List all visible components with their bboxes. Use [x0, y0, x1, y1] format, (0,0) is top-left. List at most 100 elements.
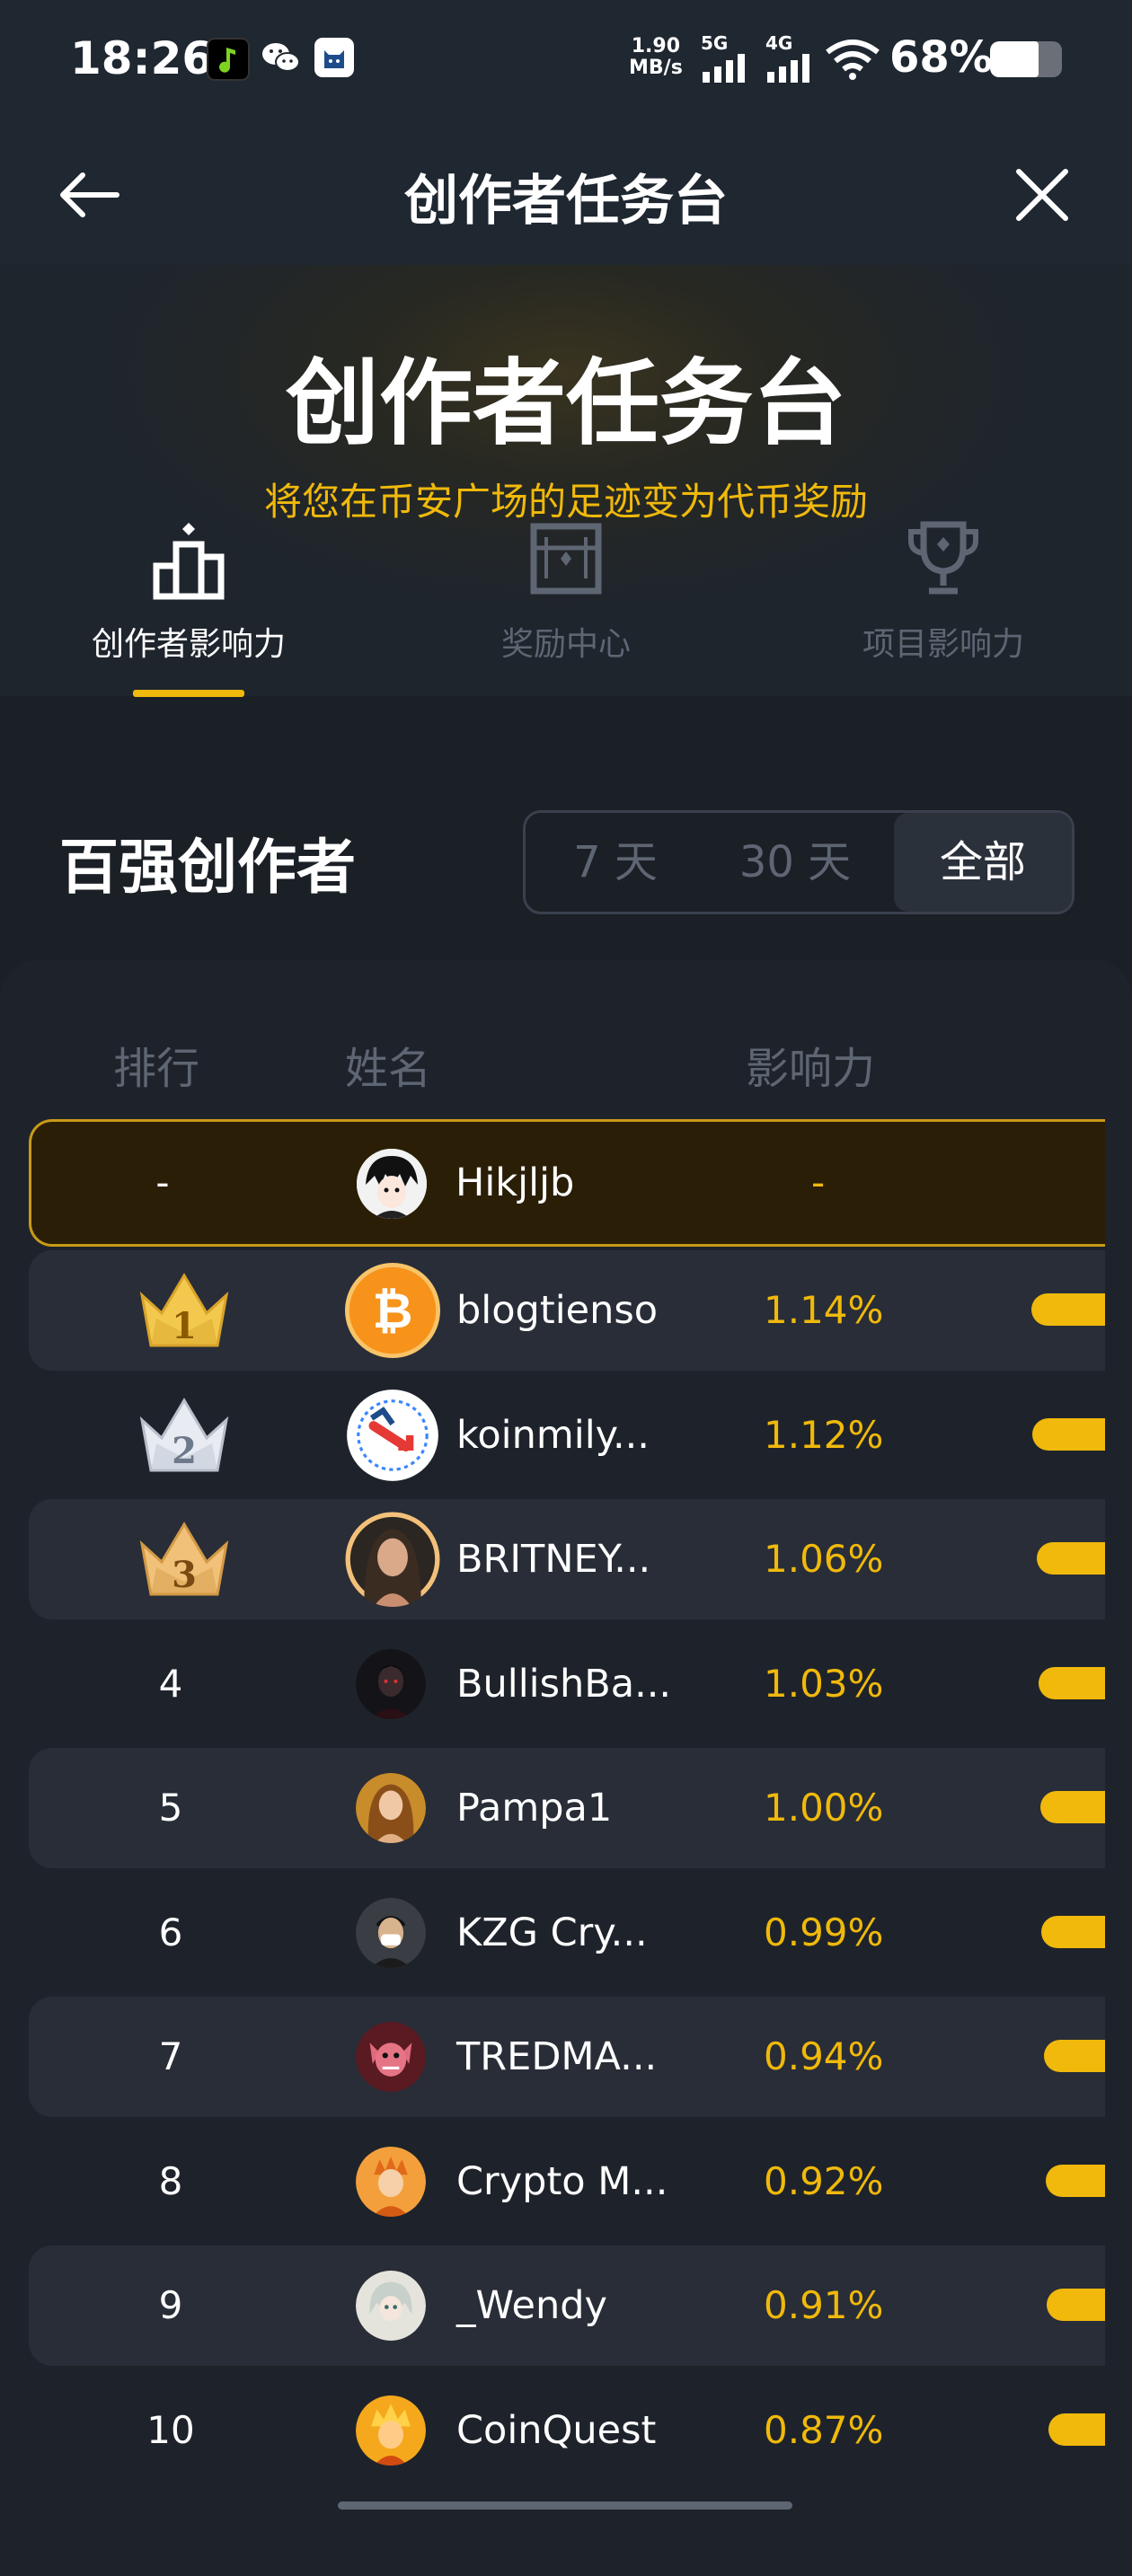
period-30d[interactable]: 30 天	[705, 813, 885, 912]
creator-name: BullishBa...	[456, 1662, 672, 1707]
leaderboard-row[interactable]: 2 koinmily... 1.12%	[29, 1375, 1105, 1495]
crown-rank-3-icon: 3	[135, 1519, 234, 1603]
leaderboard-row[interactable]: 3 BRITNEY... 1.06%	[29, 1499, 1105, 1619]
column-influence: 影响力	[746, 1044, 876, 1094]
leaderboard-row[interactable]: 8 Crypto M... 0.92%	[29, 2122, 1105, 2242]
period-selector: 7 天 30 天 全部	[523, 810, 1075, 914]
home-indicator[interactable]	[338, 2501, 792, 2510]
rank-number: 10	[146, 2408, 195, 2452]
svg-text:1: 1	[172, 1305, 197, 1347]
avatar	[356, 2147, 426, 2217]
creator-name: BRITNEY...	[456, 1537, 651, 1582]
tab-label: 项目影响力	[862, 626, 1024, 663]
creator-name: Crypto M...	[456, 2159, 668, 2204]
avatar	[345, 1388, 440, 1483]
creator-name: Pampa1	[456, 1786, 613, 1831]
rank-number: 7	[158, 2034, 183, 2078]
my-rank: -	[155, 1160, 170, 1204]
influence-percent: 0.87%	[764, 2408, 884, 2452]
rank-number: 4	[158, 1662, 183, 1706]
hero-headline-text: 创作者任务台	[285, 348, 846, 445]
influence-bar	[1039, 1667, 1105, 1699]
leaderboard-row[interactable]: 1 ₿ blogtienso 1.14%	[29, 1250, 1105, 1371]
influence-bar	[1040, 1791, 1105, 1823]
svg-text:₿: ₿	[373, 1282, 413, 1339]
net1-label: 5G	[701, 32, 729, 54]
network-speed: 1.90 MB/s	[629, 36, 683, 79]
influence-bar	[1047, 2289, 1105, 2321]
influence-percent: 0.94%	[764, 2034, 884, 2078]
creator-name: blogtienso	[456, 1288, 659, 1333]
speed-value: 1.90	[631, 35, 681, 57]
signal-5g-icon: 5G	[701, 34, 751, 88]
nav-bar: 创作者任务台	[0, 121, 1132, 265]
leaderboard-row[interactable]: 6 KZG Cry... 0.99%	[29, 1873, 1105, 1993]
rank-number: 8	[158, 2159, 183, 2203]
creator-name: TREDMA...	[456, 2034, 658, 2079]
influence-percent: 0.91%	[764, 2283, 884, 2327]
leaderboard-row[interactable]: 10 CoinQuest 0.87%	[29, 2370, 1105, 2491]
avatar	[356, 1773, 426, 1843]
avatar: ₿	[345, 1263, 440, 1358]
influence-percent: 1.12%	[764, 1413, 884, 1457]
influence-bar	[1044, 2040, 1105, 2072]
battery-icon	[990, 41, 1062, 77]
influence-percent: 1.00%	[764, 1786, 884, 1830]
rank-number: 6	[158, 1910, 183, 1954]
influence-percent: 1.03%	[764, 1662, 884, 1706]
column-rank: 排行	[113, 1044, 200, 1094]
ticket-icon	[530, 523, 602, 595]
active-tab-indicator	[133, 690, 244, 697]
tab-label: 创作者影响力	[91, 626, 286, 663]
creator-name: CoinQuest	[456, 2408, 657, 2453]
influence-bar	[1037, 1542, 1105, 1575]
battery-percent: 68%	[889, 32, 993, 83]
influence-percent: 1.14%	[764, 1288, 884, 1332]
avatar	[356, 1898, 426, 1968]
leaderboard-row[interactable]: 4 BullishBa... 1.03%	[29, 1624, 1105, 1744]
creator-name: KZG Cry...	[456, 1910, 648, 1955]
tab-reward-center[interactable]: 奖励中心	[431, 503, 701, 696]
crown-rank-1-icon: 1	[135, 1270, 234, 1354]
influence-bar	[1048, 2413, 1105, 2446]
avatar	[345, 1512, 440, 1607]
influence-percent: 1.06%	[764, 1537, 884, 1581]
tab-creator-influence[interactable]: 创作者影响力	[54, 503, 323, 697]
my-name: Hikjljb	[455, 1160, 575, 1205]
leaderboard-row[interactable]: 5 Pampa1 1.00%	[29, 1748, 1105, 1868]
column-name: 姓名	[345, 1044, 432, 1094]
avatar	[356, 1649, 426, 1719]
status-bar: 18:26 1.90 MB/s 5G 4G 68%	[0, 0, 1132, 121]
wifi-icon	[825, 40, 880, 84]
trophy-icon	[908, 521, 978, 595]
status-time: 18:26	[70, 32, 214, 84]
close-button[interactable]	[1013, 166, 1071, 224]
page-title: 创作者任务台	[404, 170, 728, 233]
tab-project-influence[interactable]: 项目影响力	[809, 503, 1078, 696]
my-rank-row[interactable]: - Hikjljb -	[29, 1119, 1105, 1247]
influence-percent: 0.92%	[764, 2159, 884, 2203]
creator-name: _Wendy	[456, 2283, 607, 2328]
period-all[interactable]: 全部	[894, 813, 1072, 912]
podium-icon	[153, 523, 225, 600]
crown-rank-2-icon: 2	[135, 1395, 234, 1479]
creator-name: koinmily...	[456, 1413, 650, 1458]
leaderboard-row[interactable]: 7 TREDMA... 0.94%	[29, 1997, 1105, 2117]
tab-bar: 创作者影响力 奖励中心 项目影响力	[0, 503, 1132, 697]
period-7d[interactable]: 7 天	[526, 813, 705, 912]
leaderboard-row[interactable]: 9 _Wendy 0.91%	[29, 2245, 1105, 2366]
signal-4g-icon: 4G	[765, 34, 816, 88]
influence-percent: 0.99%	[764, 1910, 884, 1954]
cat-app-icon	[314, 38, 354, 77]
influence-bar	[1041, 1916, 1105, 1948]
section-title: 百强创作者	[59, 833, 356, 902]
close-icon	[1016, 169, 1068, 221]
influence-bar	[1031, 1293, 1105, 1326]
avatar	[356, 2022, 426, 2092]
rank-number: 5	[158, 1786, 183, 1830]
battery-fill	[990, 41, 1039, 77]
wechat-icon	[259, 38, 300, 77]
net2-label: 4G	[765, 32, 793, 54]
avatar	[356, 2271, 426, 2341]
hero-headline: 创作者任务台	[0, 337, 1132, 445]
